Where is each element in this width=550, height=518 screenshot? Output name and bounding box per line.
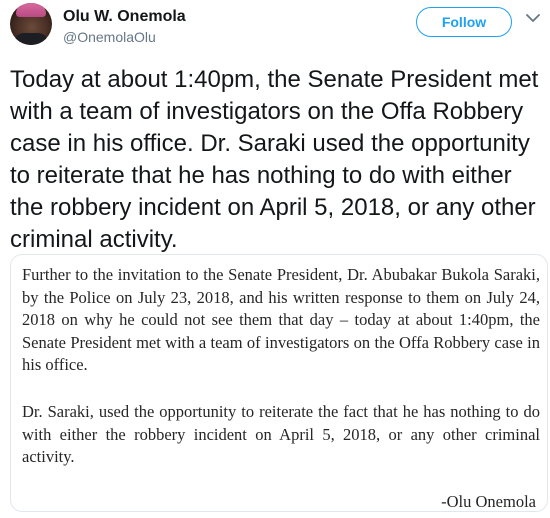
- statement-paragraph-2: Dr. Saraki, used the opportunity to reit…: [22, 402, 540, 466]
- chevron-down-icon[interactable]: [526, 13, 540, 23]
- author-name[interactable]: Olu W. Onemola: [63, 7, 186, 27]
- tweet-text: Today at about 1:40pm, the Senate Presid…: [10, 66, 539, 253]
- avatar-cap: [16, 3, 46, 17]
- statement-paragraph-1: Further to the invitation to the Senate …: [22, 265, 540, 374]
- author-avatar[interactable]: [10, 3, 52, 45]
- statement-image[interactable]: Further to the invitation to the Senate …: [10, 254, 548, 512]
- follow-button[interactable]: Follow: [416, 7, 512, 37]
- author-handle[interactable]: @OnemolaOlu: [63, 28, 156, 46]
- statement-signature: -Olu Onemola: [441, 492, 536, 511]
- avatar-shirt: [14, 33, 48, 45]
- tweet-card: Olu W. Onemola @OnemolaOlu Follow Today …: [0, 0, 550, 518]
